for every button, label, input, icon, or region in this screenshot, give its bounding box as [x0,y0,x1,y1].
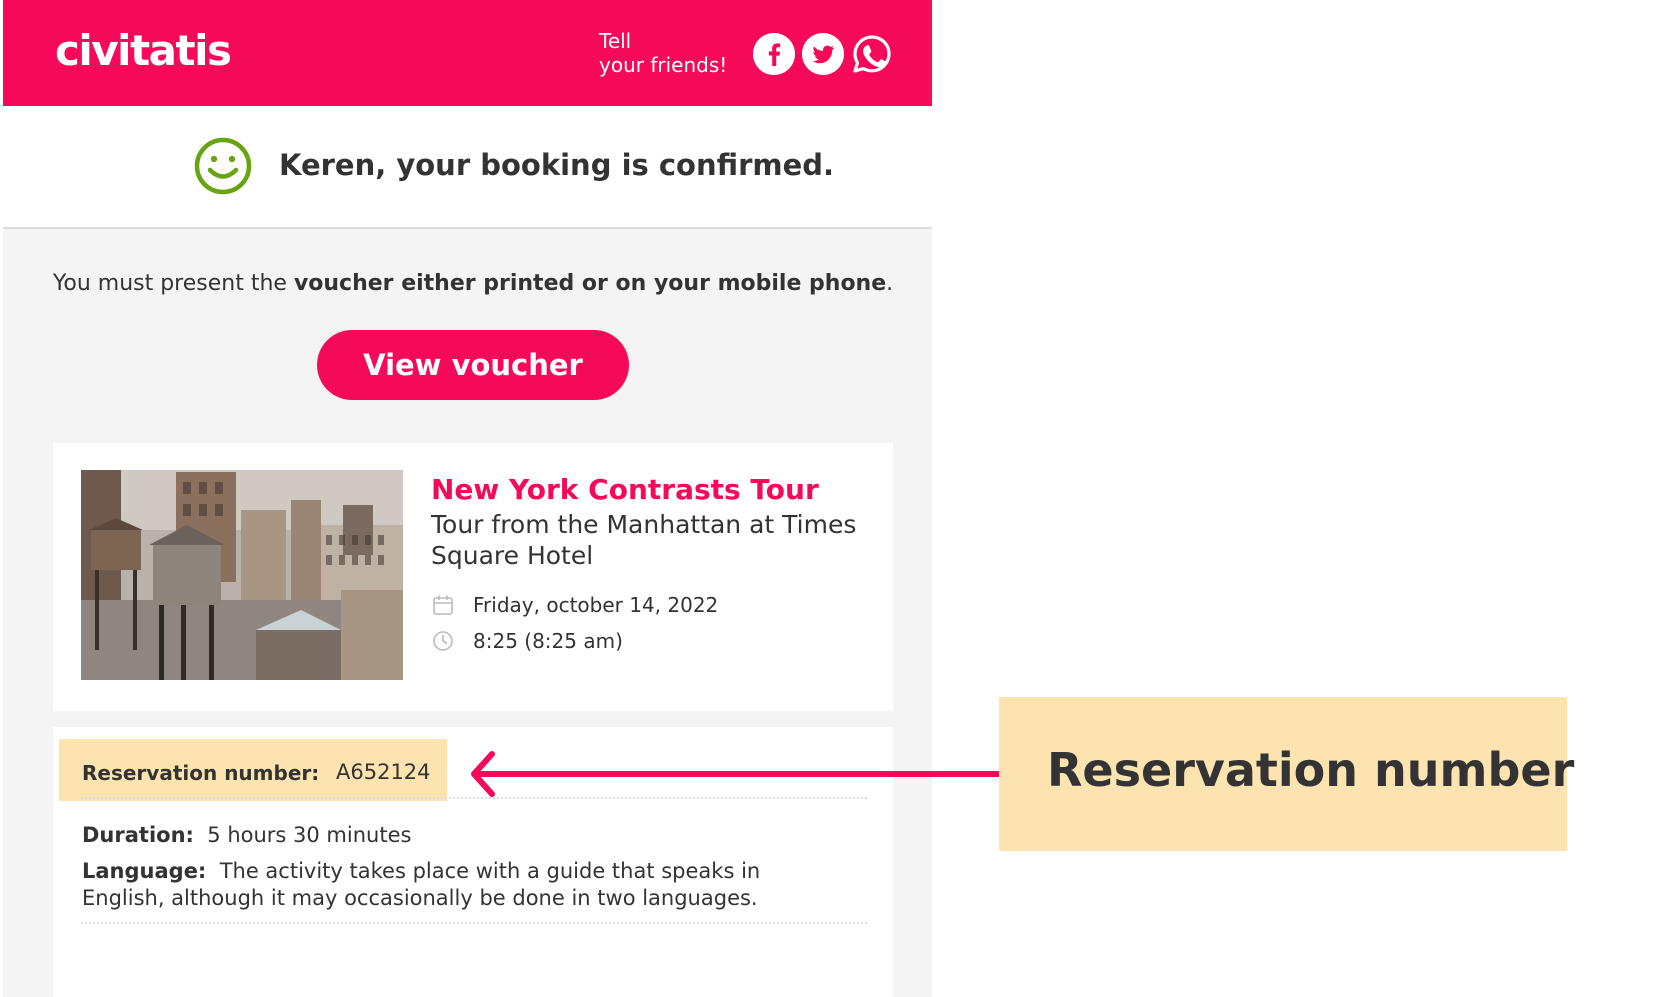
language-row: Language: The activity takes place with … [82,858,842,912]
duration-row: Duration: 5 hours 30 minutes [82,823,411,847]
duration-label: Duration: [82,823,194,847]
annotation-arrow-line [478,771,1000,777]
tour-title[interactable]: New York Contrasts Tour [431,473,819,506]
instruction-bold: voucher either printed or on your mobile… [293,271,887,296]
clock-icon [433,631,453,651]
reservation-number-label: Reservation number: [82,761,320,785]
tell-line-2: your friends! [599,53,728,77]
tour-date: Friday, october 14, 2022 [473,593,719,617]
reservation-callout: Reservation number [999,697,1574,851]
language-label: Language: [82,859,207,883]
facebook-icon[interactable] [753,33,795,75]
annotation-arrow-head [471,751,495,797]
voucher-instruction: You must present the voucher either prin… [3,271,932,296]
calendar-icon [433,595,453,615]
instruction-prefix: You must present the [52,271,294,296]
email-panel: civitatis Tell your friends! Keren, your… [3,0,932,997]
duration-value: 5 hours 30 minutes [207,823,412,847]
email-header: civitatis Tell your friends! [3,0,932,106]
reservation-highlight: Reservation number: A652124 [59,739,447,801]
instruction-suffix: . [886,271,894,296]
tour-time-row: 8:25 (8:25 am) [431,629,623,653]
tour-image[interactable] [81,470,403,680]
tour-subtitle: Tour from the Manhattan at Times Square … [431,510,857,570]
smiley-icon [194,137,252,195]
confirmation-banner: Keren, your booking is confirmed. [3,106,932,229]
tell-friends-text: Tell your friends! [599,29,727,77]
view-voucher-button[interactable]: View voucher [317,330,629,400]
reservation-number-value: A652124 [336,760,431,784]
callout-label: Reservation number [1047,743,1575,797]
whatsapp-icon[interactable] [851,33,893,75]
divider [81,922,867,924]
tour-card: New York Contrasts Tour Tour from the Ma… [53,443,893,711]
confirmation-message: Keren, your booking is confirmed. [279,148,835,182]
civitatis-logo[interactable]: civitatis [55,26,232,75]
twitter-icon[interactable] [802,33,844,75]
tour-date-row: Friday, october 14, 2022 [431,593,718,617]
tell-line-1: Tell [599,29,632,53]
tour-time: 8:25 (8:25 am) [473,629,623,653]
